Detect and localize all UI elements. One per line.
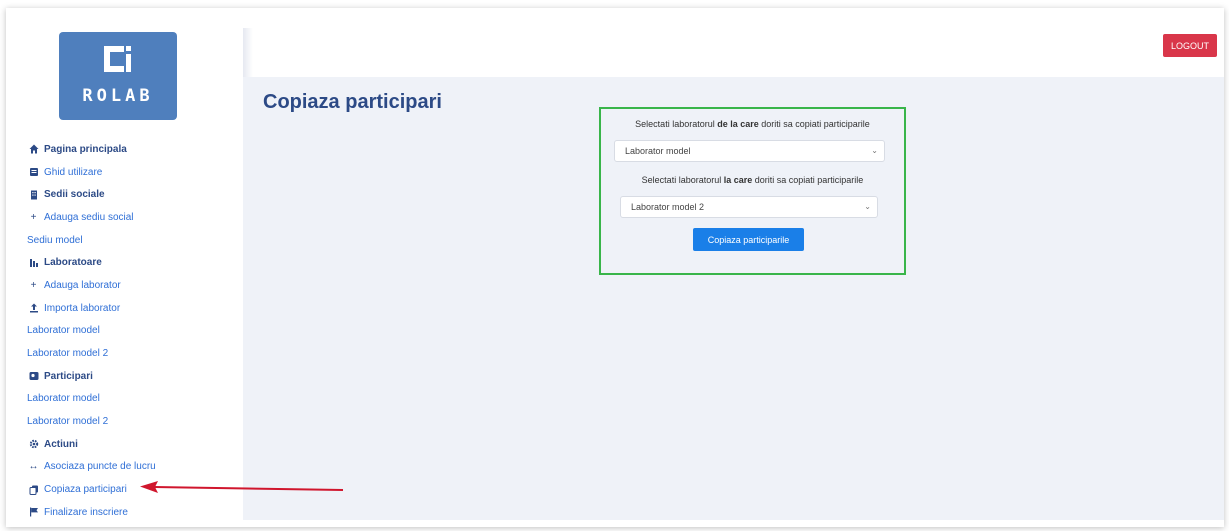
sidebar-item-actiuni[interactable]: Actiuni <box>27 433 237 456</box>
sidebar-item-participari[interactable]: Participari <box>27 365 237 388</box>
home-icon <box>27 143 40 155</box>
sidebar-item-label: Finalizare inscriere <box>44 506 128 518</box>
annotation-arrow-icon <box>140 481 344 493</box>
sidebar-item-label: Copiaza participari <box>44 484 127 496</box>
target-label-emphasis: la care <box>723 175 753 185</box>
target-lab-value: Laborator model 2 <box>631 202 705 212</box>
top-bar-edge <box>243 28 253 77</box>
arrows-horizontal-icon: ↔ <box>28 461 39 473</box>
sidebar-item-laborator-model[interactable]: Laborator model <box>27 320 237 343</box>
sidebar-item-adauga-laborator[interactable]: + Adauga laborator <box>27 274 237 297</box>
logout-button[interactable]: LOGOUT <box>1163 34 1217 57</box>
sidebar-item-label: Ghid utilizare <box>44 166 103 178</box>
sidebar-nav: Pagina principala Ghid utilizare Sedii s… <box>27 138 237 524</box>
source-label-text: Selectati laboratorul <box>635 119 718 129</box>
sidebar-item-label: Laborator model 2 <box>27 348 109 360</box>
logo-icon <box>104 46 131 72</box>
sidebar-item-sediu-model[interactable]: Sediu model <box>27 229 237 252</box>
sidebar-item-adauga-sediu-social[interactable]: + Adauga sediu social <box>27 206 237 229</box>
chevron-down-icon: ⌄ <box>864 202 871 211</box>
target-lab-label: Selectati laboratorul la care doriti sa … <box>601 175 904 185</box>
target-lab-select[interactable]: Laborator model 2 ⌄ <box>620 196 878 218</box>
upload-icon <box>27 302 40 314</box>
sidebar-item-label: Actiuni <box>44 438 78 450</box>
sidebar-item-label: Laborator model 2 <box>27 416 109 428</box>
sidebar-item-label: Participari <box>44 370 93 382</box>
sidebar-item-participari-laborator-model-2[interactable]: Laborator model 2 <box>27 410 237 433</box>
gear-icon <box>27 438 40 450</box>
flag-icon <box>27 506 40 518</box>
sidebar-item-label: Laborator model <box>27 325 100 337</box>
target-label-text: Selectati laboratorul <box>641 175 724 185</box>
id-card-icon <box>27 370 40 382</box>
target-label-text-end: doriti sa copiati participarile <box>752 175 864 185</box>
sidebar-item-label: Adauga laborator <box>44 279 121 291</box>
logo-text: ROLAB <box>82 86 154 106</box>
copy-participations-button[interactable]: Copiaza participarile <box>693 228 804 251</box>
sidebar-item-label: Pagina principala <box>44 143 127 155</box>
source-label-text-end: doriti sa copiati participarile <box>758 119 870 129</box>
building-icon <box>27 189 40 201</box>
sidebar-item-label: Importa laborator <box>44 302 121 314</box>
lab-icon <box>27 257 40 269</box>
copy-icon <box>27 484 40 496</box>
sidebar-item-ghid-utilizare[interactable]: Ghid utilizare <box>27 161 237 184</box>
sidebar-item-participari-laborator-model[interactable]: Laborator model <box>27 388 237 411</box>
sidebar-item-sedii-sociale[interactable]: Sedii sociale <box>27 183 237 206</box>
chevron-down-icon: ⌄ <box>871 146 878 155</box>
sidebar-item-laborator-model-2[interactable]: Laborator model 2 <box>27 342 237 365</box>
plus-icon: + <box>30 279 37 291</box>
sidebar-item-label: Laborator model <box>27 393 100 405</box>
source-lab-label: Selectati laboratorul de la care doriti … <box>601 119 904 129</box>
sidebar-item-asociaza-puncte-de-lucru[interactable]: ↔ Asociaza puncte de lucru <box>27 456 237 479</box>
plus-icon: + <box>30 211 37 223</box>
sidebar-item-pagina-principala[interactable]: Pagina principala <box>27 138 237 161</box>
sidebar-item-label: Sediu model <box>27 234 83 246</box>
sidebar: ROLAB Pagina principala Ghid utilizare S… <box>6 8 243 527</box>
sidebar-item-label: Sedii sociale <box>44 189 105 201</box>
source-label-emphasis: de la care <box>717 119 759 129</box>
sidebar-item-finalizare-inscriere[interactable]: Finalizare inscriere <box>27 501 237 524</box>
sidebar-item-label: Laboratoare <box>44 257 102 269</box>
source-lab-value: Laborator model <box>625 146 691 156</box>
sidebar-item-label: Asociaza puncte de lucru <box>44 461 156 473</box>
top-bar <box>243 28 1224 77</box>
sidebar-item-label: Adauga sediu social <box>44 211 134 223</box>
sidebar-item-importa-laborator[interactable]: Importa laborator <box>27 297 237 320</box>
logo[interactable]: ROLAB <box>59 32 177 120</box>
book-icon <box>27 166 40 178</box>
source-lab-select[interactable]: Laborator model ⌄ <box>614 140 885 162</box>
sidebar-item-laboratoare[interactable]: Laboratoare <box>27 251 237 274</box>
page-title: Copiaza participari <box>263 91 442 113</box>
